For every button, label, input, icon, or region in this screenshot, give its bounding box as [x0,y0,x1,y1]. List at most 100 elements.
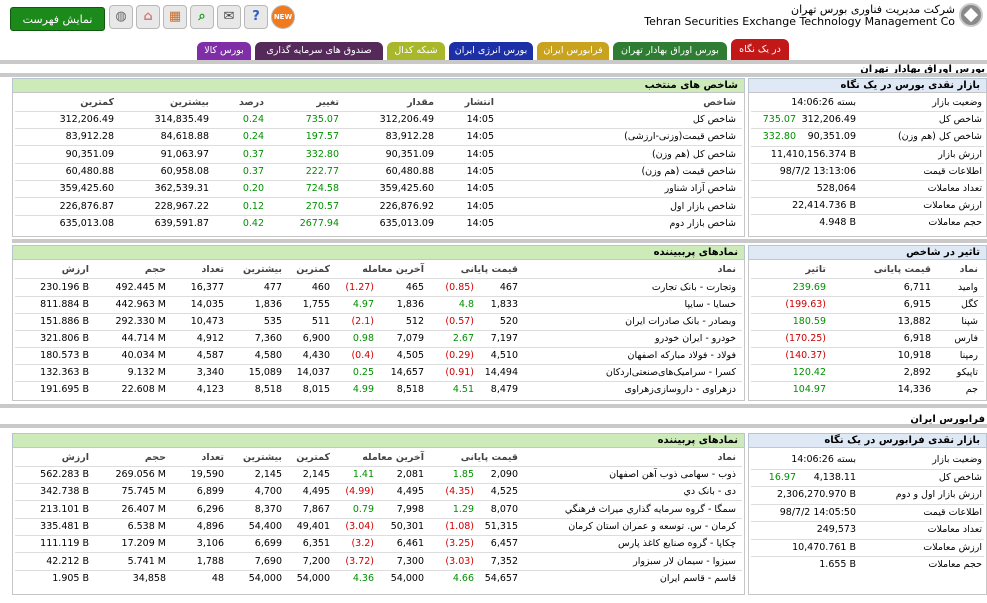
trade-value: 4.99 [352,384,374,395]
trade-value: (0.91) [445,367,474,378]
help-icon[interactable]: ? [244,5,268,29]
ifb-active-panel: نماد قیمت پایانی آخرین معامله کمترین بیشترین… [12,447,745,595]
index-value: 14:05 [466,183,494,195]
col-header: قیمت پایانی [460,264,518,275]
trade-value: 2,090 [490,469,518,480]
trade-value: 26.407 M [121,503,166,515]
index-value: 90,351.09 [385,148,434,160]
search-icon[interactable]: ⌕ [190,5,214,29]
trade-value: 4,123 [196,384,224,395]
summary-value: 22,414.736 B [792,200,856,212]
trade-value: (4.35) [445,486,474,498]
row-divider [751,538,984,540]
trade-value: 10,473 [190,316,224,327]
summary-value: 10,470.761 B [792,541,856,553]
trade-value: 54,657 [484,572,518,584]
col-header: نماد [959,264,978,275]
trade-value: 535 [263,316,282,327]
impact-value: 180.59 [792,316,826,327]
trade-value: 1.29 [452,503,474,515]
index-value: 84,618.88 [160,131,209,143]
trade-value: 8,015 [302,384,330,395]
ifb-panel-header: بازار نقدی فرابورس در یک نگاه [748,433,987,447]
trade-value: 5.741 M [127,555,166,567]
close-price: 2,892 [903,367,931,378]
index-name: شاخص آزاد شناور [664,183,736,195]
tab-energy[interactable]: بورس انرژی ایران [449,42,533,60]
close-price: 6,915 [903,299,931,310]
index-value: 639,591.87 [154,217,209,229]
col-header: انتشار [464,97,494,108]
trade-value: 16,377 [190,282,224,293]
tab-at-a-glance[interactable]: در یک نگاه [731,39,789,60]
trade-value: 4.66 [452,572,474,584]
summary-value: 90,351.09 [807,131,856,143]
row-divider [15,534,742,536]
trade-value: 54,400 [248,520,282,532]
show-menu-button[interactable]: نمایش فهرست [10,7,105,31]
trade-value: 3,340 [196,367,224,378]
index-value: 228,967.22 [154,200,209,212]
calendar-icon[interactable]: ▦ [163,5,187,29]
trade-value: (3.2) [351,538,374,550]
index-value: 724.58 [305,183,339,195]
col-header: نماد [717,264,736,275]
row-divider [751,313,984,314]
trade-value: 0.98 [352,333,374,344]
trade-value: 7,079 [396,333,424,344]
trade-value: 4,430 [302,350,330,361]
trade-value: (4.99) [345,486,374,498]
index-value: 735.07 [305,114,339,125]
index-value: 314,835.49 [154,114,209,125]
trade-value: 7,300 [396,555,424,567]
trade-value: 6,900 [302,333,330,344]
symbol: وامید [957,282,978,293]
col-header: آخرین معامله [362,264,424,275]
trade-value: 111.119 B [40,538,89,550]
tab-funds[interactable]: صندوق های سرمایه گذاری [255,42,383,60]
active-panel: نماد قیمت پایانی آخرین معامله کمترین بیشترین… [12,259,745,401]
trade-value: 477 [263,282,282,293]
trade-value: 2.67 [452,333,474,344]
summary-label: وضعیت بازار [932,97,982,108]
col-header: ارزش [61,264,89,275]
summary-label: ارزش بازار [938,148,982,160]
col-header: تاثیر [805,264,827,275]
symbol-name: خودرو - ایران خودرو [654,333,736,344]
trade-value: 75.745 M [121,486,166,498]
new-badge-icon[interactable]: NEW [271,5,295,29]
index-value: 60,480.88 [385,165,434,177]
summary-label: ارزش معاملات [923,200,982,212]
trade-value: 2,081 [396,469,424,480]
trade-value: 19,590 [190,469,224,480]
trade-value: (0.57) [445,316,474,327]
home-icon[interactable]: ⌂ [136,5,160,29]
tab-codal[interactable]: شبکه کدال [387,42,445,60]
index-name: شاخص کل [692,114,736,125]
row-divider [15,214,742,216]
index-value: 362,539.31 [154,183,209,195]
message-icon[interactable]: ✉ [217,5,241,29]
col-header: کمترین [80,97,114,108]
symbol-name: سمگا - گروه سرمايه گذاري ميراث فرهنگي [564,503,736,515]
trade-value: 1.905 B [52,572,89,584]
globe-icon[interactable]: ◍ [109,5,133,29]
index-value: 83,912.28 [65,131,114,143]
index-value: 90,351.09 [65,148,114,160]
row-divider [751,214,984,216]
trade-value: 467 [499,282,518,293]
row-divider [15,296,742,297]
index-value: 14:05 [466,200,494,212]
col-header: ارزش [61,452,89,463]
ifb-active-panel-header: نمادهای پربیننده [12,433,745,447]
symbol: تاپیکو [956,367,978,378]
symbol-name: دزهراوی - داروسازی‌زهراوی [624,384,736,395]
trade-value: 321.806 B [40,333,89,344]
index-value: 312,206.49 [379,114,434,125]
tab-tse[interactable]: بورس اوراق بهادار تهران [613,42,727,60]
tab-ime[interactable]: بورس کالا [197,42,251,60]
section-bar [0,424,987,428]
impact-panel-header: تاثیر در شاخص [748,245,987,259]
index-value: 222.77 [305,165,339,177]
tab-ifb[interactable]: فرابورس ایران [537,42,609,60]
